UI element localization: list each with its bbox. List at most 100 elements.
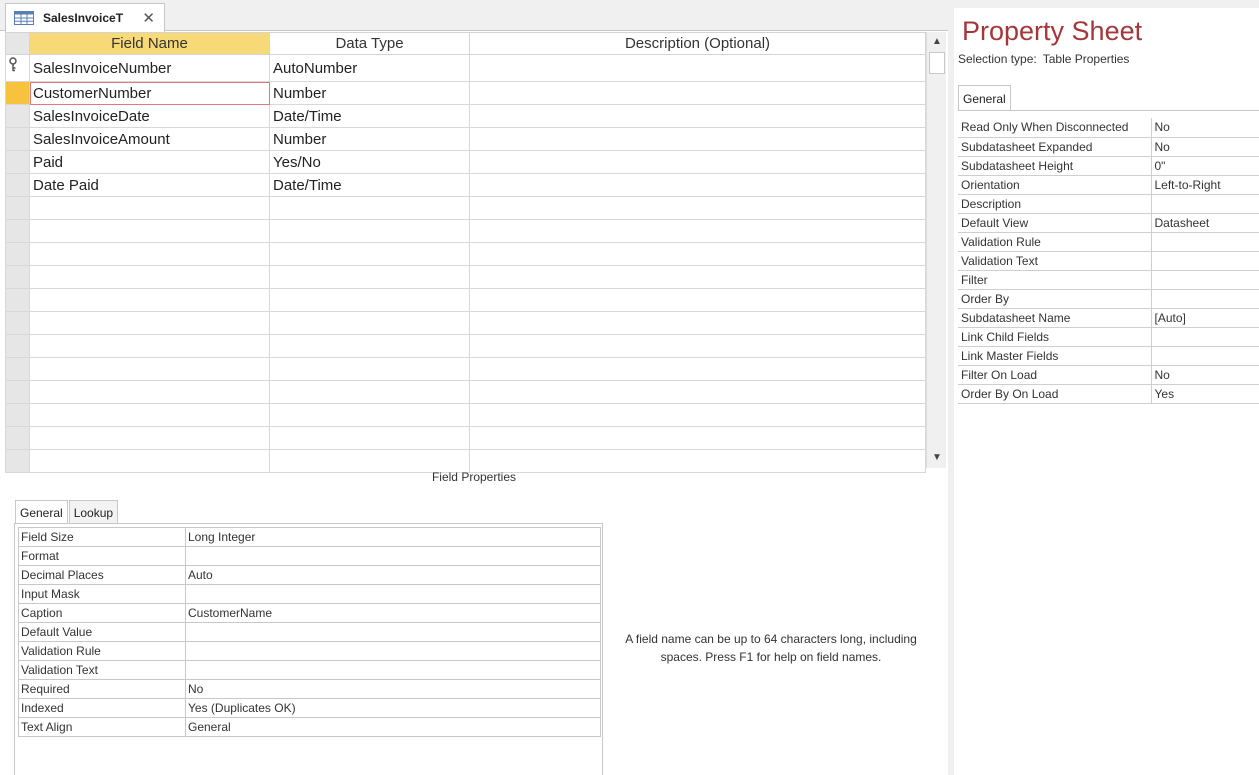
data-type-cell[interactable]: Number — [269, 81, 470, 105]
row-selector[interactable] — [5, 357, 30, 381]
table-row[interactable] — [5, 288, 926, 312]
field-property-row[interactable]: Decimal Places Auto — [18, 565, 601, 585]
property-row[interactable]: Subdatasheet Name [Auto] — [958, 308, 1259, 328]
column-header-data-type[interactable]: Data Type — [269, 32, 470, 55]
row-selector[interactable] — [5, 334, 30, 358]
field-name-cell[interactable]: SalesInvoiceDate — [29, 104, 270, 128]
field-property-value[interactable] — [185, 584, 601, 604]
scroll-down-arrow-icon[interactable]: ▼ — [930, 450, 944, 466]
empty-cell[interactable] — [29, 357, 270, 381]
field-property-value[interactable]: Auto — [185, 565, 601, 585]
empty-cell[interactable] — [29, 403, 270, 427]
property-row[interactable]: Link Master Fields — [958, 346, 1259, 366]
empty-cell[interactable] — [469, 311, 926, 335]
row-selector[interactable] — [5, 403, 30, 427]
property-row[interactable]: Order By On Load Yes — [958, 384, 1259, 404]
table-row[interactable] — [5, 380, 926, 404]
field-property-row[interactable]: Field Size Long Integer — [18, 527, 601, 547]
row-selector[interactable] — [5, 54, 30, 82]
table-row[interactable] — [5, 357, 926, 381]
property-row[interactable]: Filter — [958, 270, 1259, 290]
table-row[interactable]: SalesInvoiceAmount Number — [5, 127, 926, 151]
empty-cell[interactable] — [269, 403, 470, 427]
property-value[interactable] — [1151, 232, 1259, 252]
table-row[interactable]: CustomerNumber Number — [5, 81, 926, 105]
field-property-value[interactable]: Long Integer — [185, 527, 601, 547]
data-type-cell[interactable]: Date/Time — [269, 173, 470, 197]
field-property-value[interactable]: General — [185, 717, 601, 737]
empty-cell[interactable] — [469, 265, 926, 289]
field-property-value[interactable] — [185, 622, 601, 642]
empty-cell[interactable] — [469, 380, 926, 404]
property-value[interactable]: 0" — [1151, 156, 1259, 176]
row-selector[interactable] — [5, 380, 30, 404]
property-row[interactable]: Subdatasheet Expanded No — [958, 137, 1259, 157]
property-row[interactable]: Link Child Fields — [958, 327, 1259, 347]
property-value[interactable] — [1151, 251, 1259, 271]
document-tab[interactable]: SalesInvoiceT ✕ — [5, 3, 165, 32]
property-row[interactable]: Description — [958, 194, 1259, 214]
field-name-cell[interactable]: CustomerNumber — [29, 81, 270, 105]
empty-cell[interactable] — [469, 219, 926, 243]
empty-cell[interactable] — [469, 242, 926, 266]
row-selector[interactable] — [5, 219, 30, 243]
property-row[interactable]: Default View Datasheet — [958, 213, 1259, 233]
table-row[interactable] — [5, 311, 926, 335]
description-cell[interactable] — [469, 127, 926, 151]
row-selector[interactable] — [5, 104, 30, 128]
property-value[interactable]: No — [1151, 137, 1259, 157]
property-value[interactable] — [1151, 289, 1259, 309]
data-type-cell[interactable]: AutoNumber — [269, 54, 470, 82]
close-icon[interactable]: ✕ — [142, 9, 155, 27]
row-selector[interactable] — [5, 127, 30, 151]
data-type-cell[interactable]: Date/Time — [269, 104, 470, 128]
field-property-value[interactable] — [185, 546, 601, 566]
description-cell[interactable] — [469, 173, 926, 197]
property-row[interactable]: Subdatasheet Height 0" — [958, 156, 1259, 176]
table-row[interactable]: SalesInvoiceDate Date/Time — [5, 104, 926, 128]
empty-cell[interactable] — [269, 219, 470, 243]
property-row[interactable]: Validation Rule — [958, 232, 1259, 252]
field-property-row[interactable]: Validation Rule — [18, 641, 601, 661]
empty-cell[interactable] — [269, 357, 470, 381]
tab-lookup[interactable]: Lookup — [68, 500, 119, 524]
empty-cell[interactable] — [29, 196, 270, 220]
field-property-row[interactable]: Format — [18, 546, 601, 566]
description-cell[interactable] — [469, 81, 926, 105]
property-value[interactable]: Left-to-Right — [1151, 175, 1259, 195]
select-all-corner[interactable] — [5, 32, 30, 55]
empty-cell[interactable] — [269, 242, 470, 266]
field-property-row[interactable]: Required No — [18, 679, 601, 699]
empty-cell[interactable] — [469, 357, 926, 381]
property-value[interactable] — [1151, 327, 1259, 347]
property-value[interactable] — [1151, 270, 1259, 290]
property-row[interactable]: Read Only When Disconnected No — [958, 118, 1259, 138]
empty-cell[interactable] — [469, 196, 926, 220]
field-property-row[interactable]: Input Mask — [18, 584, 601, 604]
scrollbar-thumb[interactable] — [929, 52, 945, 74]
table-row[interactable] — [5, 265, 926, 289]
field-name-cell[interactable]: SalesInvoiceNumber — [29, 54, 270, 82]
scroll-up-arrow-icon[interactable]: ▲ — [930, 34, 944, 50]
data-type-cell[interactable]: Number — [269, 127, 470, 151]
column-header-description[interactable]: Description (Optional) — [469, 32, 926, 55]
grid-vertical-scrollbar[interactable]: ▲ ▼ — [926, 32, 946, 468]
row-selector[interactable] — [5, 150, 30, 174]
property-row[interactable]: Filter On Load No — [958, 365, 1259, 385]
empty-cell[interactable] — [269, 311, 470, 335]
description-cell[interactable] — [469, 54, 926, 82]
empty-cell[interactable] — [29, 242, 270, 266]
row-selector[interactable] — [5, 265, 30, 289]
field-property-value[interactable]: CustomerName — [185, 603, 601, 623]
property-value[interactable] — [1151, 346, 1259, 366]
property-tab-general[interactable]: General — [958, 85, 1011, 111]
empty-cell[interactable] — [469, 334, 926, 358]
description-cell[interactable] — [469, 104, 926, 128]
field-property-row[interactable]: Validation Text — [18, 660, 601, 680]
property-value[interactable] — [1151, 194, 1259, 214]
table-row[interactable] — [5, 403, 926, 427]
empty-cell[interactable] — [29, 265, 270, 289]
property-value[interactable]: Datasheet — [1151, 213, 1259, 233]
property-row[interactable]: Validation Text — [958, 251, 1259, 271]
row-selector[interactable] — [5, 173, 30, 197]
